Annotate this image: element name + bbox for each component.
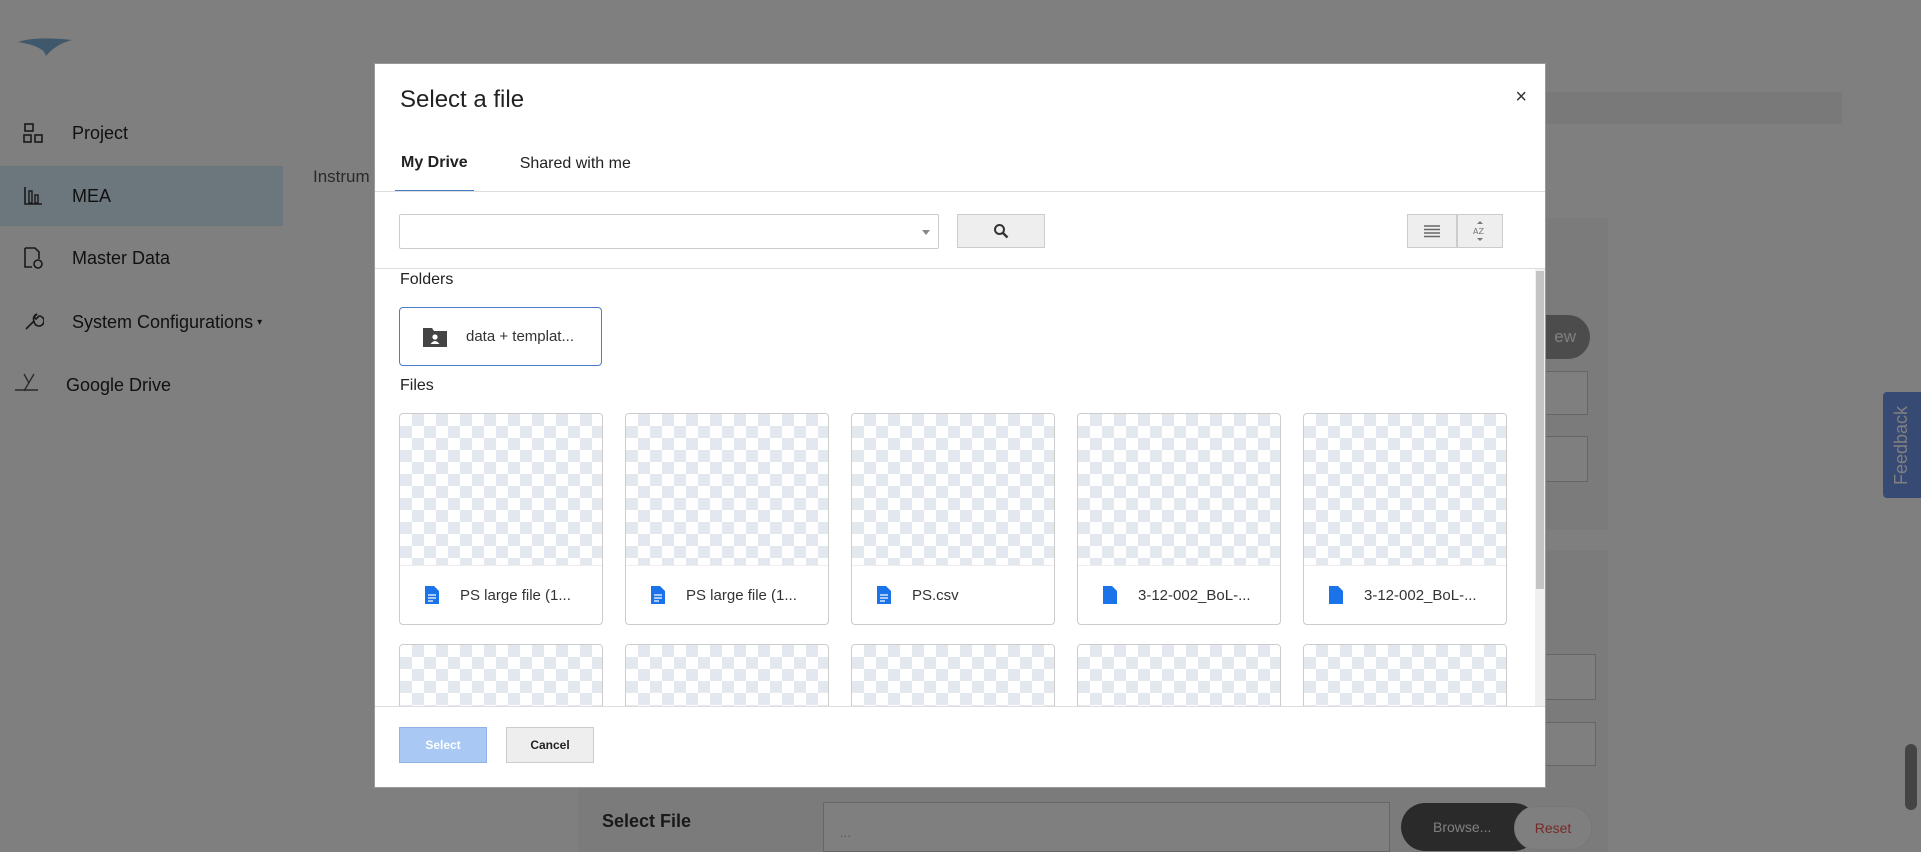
file-item-partial[interactable] <box>399 644 603 706</box>
file-thumbnail <box>852 414 1054 566</box>
footer-divider <box>375 706 1545 707</box>
file-name: PS large file (1... <box>686 586 797 604</box>
file-thumbnail <box>400 414 602 566</box>
search-icon <box>994 224 1009 239</box>
shared-folder-icon <box>423 327 447 347</box>
file-icon <box>1103 586 1117 604</box>
file-thumbnail <box>852 645 1054 706</box>
document-icon <box>651 586 665 604</box>
folders-label: Folders <box>400 271 454 288</box>
picker-toolbar: AZ <box>375 192 1545 268</box>
folder-name: data + templat... <box>466 328 574 345</box>
file-thumbnail <box>626 414 828 566</box>
tab-shared-with-me[interactable]: Shared with me <box>514 136 637 192</box>
file-item[interactable]: PS.csv <box>851 413 1055 625</box>
file-picker-dialog: Select a file × My Drive Shared with me … <box>374 63 1546 788</box>
file-item-partial[interactable] <box>851 644 1055 706</box>
file-name: 3-12-002_BoL-... <box>1364 586 1477 604</box>
select-button[interactable]: Select <box>399 727 487 763</box>
picker-content: Folders data + templat... Files PS large… <box>375 269 1545 706</box>
cancel-button[interactable]: Cancel <box>506 727 594 763</box>
dialog-title: Select a file <box>400 86 525 113</box>
sort-az-icon: AZ <box>1473 221 1484 241</box>
file-item[interactable]: PS large file (1... <box>399 413 603 625</box>
document-icon <box>877 586 891 604</box>
file-thumbnail <box>400 645 602 706</box>
file-thumbnail <box>1078 645 1280 706</box>
file-thumbnail <box>1078 414 1280 566</box>
file-item-partial[interactable] <box>1303 644 1507 706</box>
file-icon <box>1329 586 1343 604</box>
content-scrollbar-thumb[interactable] <box>1536 271 1544 589</box>
file-item-partial[interactable] <box>625 644 829 706</box>
list-view-button[interactable] <box>1407 214 1457 248</box>
chevron-down-icon[interactable] <box>922 230 930 235</box>
file-name: PS.csv <box>912 586 959 604</box>
tab-my-drive[interactable]: My Drive <box>395 136 474 192</box>
files-label: Files <box>400 377 434 394</box>
file-item[interactable]: 3-12-002_BoL-... <box>1303 413 1507 625</box>
file-item[interactable]: PS large file (1... <box>625 413 829 625</box>
folder-item[interactable]: data + templat... <box>399 307 602 366</box>
drive-tabs: My Drive Shared with me <box>395 136 677 192</box>
file-thumbnail <box>626 645 828 706</box>
search-button[interactable] <box>957 214 1045 248</box>
file-name: 3-12-002_BoL-... <box>1138 586 1251 604</box>
file-thumbnail <box>1304 414 1506 566</box>
file-item-partial[interactable] <box>1077 644 1281 706</box>
list-icon <box>1424 225 1440 238</box>
svg-text:AZ: AZ <box>1473 227 1484 236</box>
file-name: PS large file (1... <box>460 586 571 604</box>
close-icon[interactable]: × <box>1515 86 1527 109</box>
sort-button[interactable]: AZ <box>1457 214 1503 248</box>
file-item[interactable]: 3-12-002_BoL-... <box>1077 413 1281 625</box>
search-input[interactable] <box>399 214 939 249</box>
file-thumbnail <box>1304 645 1506 706</box>
document-icon <box>425 586 439 604</box>
